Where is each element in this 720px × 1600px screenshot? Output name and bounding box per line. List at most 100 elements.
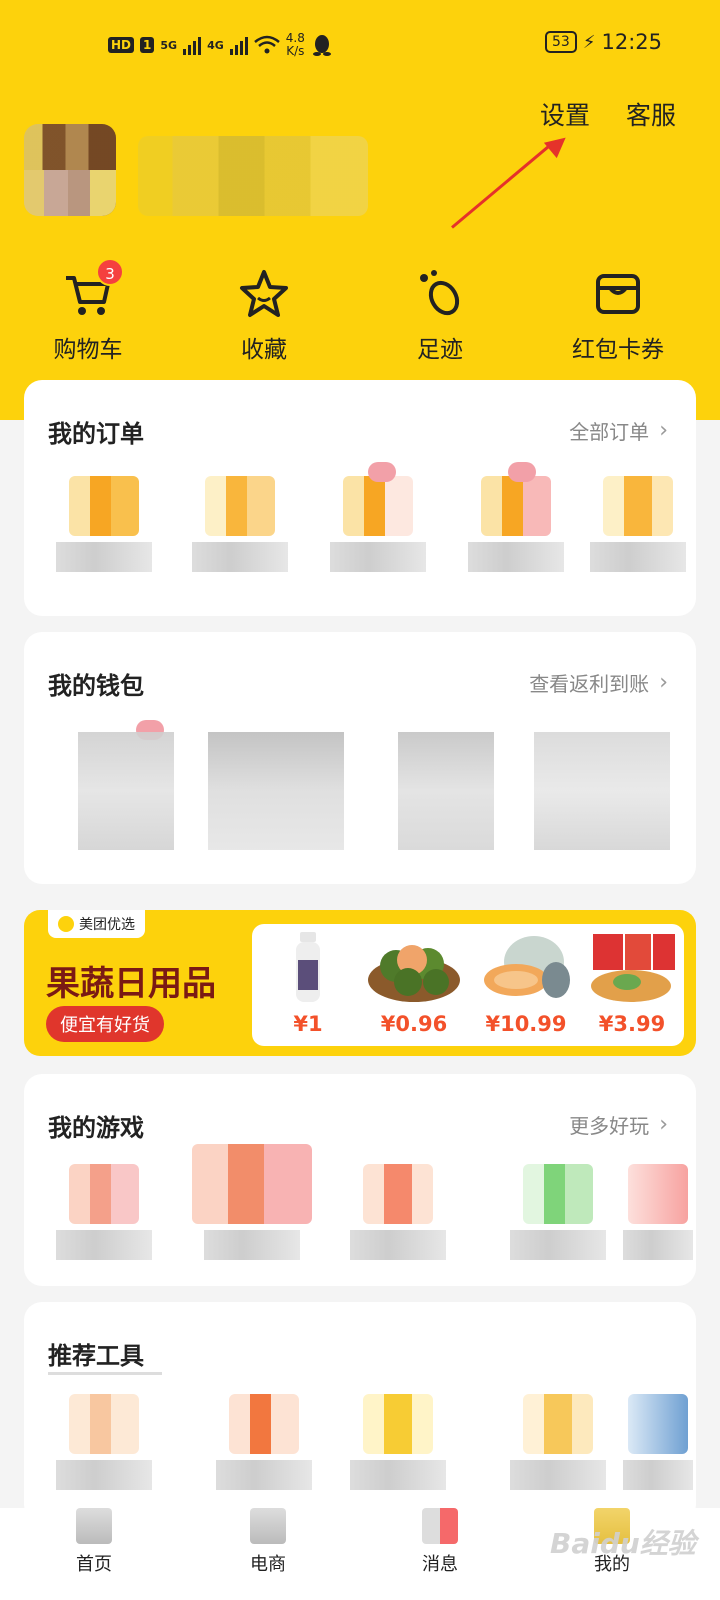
- orders-card: 我的订单 全部订单 ›: [24, 380, 696, 616]
- milk-bottle-icon: [258, 930, 358, 1004]
- signal-icon: [183, 35, 202, 55]
- tool-item[interactable]: [500, 1394, 616, 1490]
- game-icon: [363, 1164, 433, 1224]
- more-games-label: 更多好玩: [569, 1114, 650, 1138]
- product-price: ¥1: [293, 1012, 323, 1036]
- order-status-label-blurred: [56, 542, 152, 572]
- nav-messages[interactable]: 消息: [380, 1508, 500, 1576]
- tool-item[interactable]: [46, 1394, 162, 1490]
- tools-card: 推荐工具: [24, 1302, 696, 1522]
- order-status-label-blurred: [468, 542, 564, 572]
- wallet-item[interactable]: [206, 732, 346, 850]
- quick-action-coupons[interactable]: 红包卡券: [558, 266, 678, 364]
- wallet-value-blurred: [208, 732, 344, 850]
- shop-icon: [250, 1508, 286, 1544]
- chevron-right-icon: ›: [659, 418, 668, 443]
- wallet-card: 我的钱包 查看返利到账 ›: [24, 632, 696, 884]
- network-5g-label: 5G: [160, 38, 178, 52]
- banner-tag: 美团优选: [48, 910, 145, 938]
- tool-icon: [229, 1394, 299, 1454]
- game-item[interactable]: [340, 1164, 456, 1260]
- quick-action-footprints[interactable]: 足迹: [380, 266, 500, 364]
- order-badge-blurred: [368, 462, 396, 482]
- meituan-youxuan-banner[interactable]: 美团优选 果蔬日用品 便宜有好货 ¥1 ¥0.96 ¥10.99 ¥3.99: [24, 910, 696, 1056]
- game-item[interactable]: [500, 1164, 616, 1260]
- game-label-blurred: [56, 1230, 152, 1260]
- star-icon: [236, 266, 292, 322]
- tool-icon: [523, 1394, 593, 1454]
- nav-ecommerce[interactable]: 电商: [208, 1508, 328, 1576]
- order-status-item[interactable]: [580, 476, 696, 572]
- qq-penguin-icon: [312, 35, 331, 56]
- order-status-icon: [603, 476, 673, 536]
- orders-title: 我的订单: [48, 420, 144, 448]
- wallet-item[interactable]: [386, 732, 506, 850]
- username-blurred[interactable]: [138, 136, 368, 216]
- wallet-item[interactable]: [66, 720, 186, 850]
- wallet-value-blurred: [398, 732, 494, 850]
- game-item[interactable]: [46, 1164, 162, 1260]
- cart-badge: 3: [96, 258, 124, 286]
- game-label-blurred: [623, 1230, 693, 1260]
- game-icon: [628, 1164, 688, 1224]
- order-status-icon: [205, 476, 275, 536]
- banner-tag-label: 美团优选: [79, 917, 135, 933]
- wallet-item[interactable]: [532, 732, 672, 850]
- wallet-value-blurred: [534, 732, 670, 850]
- tool-icon: [363, 1394, 433, 1454]
- footprint-icon: [412, 266, 468, 322]
- melon-icon: [476, 930, 576, 1004]
- chevron-right-icon: ›: [659, 670, 668, 695]
- quick-action-label: 红包卡券: [572, 337, 664, 363]
- game-item[interactable]: [620, 1164, 696, 1260]
- more-games-link[interactable]: 更多好玩 ›: [569, 1110, 668, 1139]
- baidu-watermark: Baidu经验: [550, 1527, 696, 1560]
- all-orders-link[interactable]: 全部订单 ›: [569, 416, 668, 445]
- rebate-link[interactable]: 查看返利到账 ›: [529, 668, 668, 697]
- banner-pill[interactable]: 便宜有好货: [46, 1006, 164, 1042]
- order-status-item[interactable]: [320, 462, 436, 572]
- battery-icon: 53: [545, 31, 577, 53]
- game-item[interactable]: [182, 1144, 322, 1260]
- order-status-item[interactable]: [46, 476, 162, 572]
- order-badge-blurred: [508, 462, 536, 482]
- order-status-icon: [343, 476, 413, 536]
- tool-item[interactable]: [620, 1394, 696, 1490]
- tool-item[interactable]: [340, 1394, 456, 1490]
- nav-label: 首页: [76, 1554, 112, 1575]
- product-noodles[interactable]: ¥3.99: [582, 930, 682, 1036]
- signal-icon-2: [229, 35, 248, 55]
- hd-badge: HD: [108, 37, 135, 53]
- tool-label-blurred: [56, 1460, 152, 1490]
- game-label-blurred: [510, 1230, 606, 1260]
- product-price: ¥10.99: [485, 1012, 567, 1036]
- wifi-icon: [253, 35, 280, 54]
- tool-item[interactable]: [206, 1394, 322, 1490]
- order-status-label-blurred: [590, 542, 686, 572]
- home-icon: [76, 1508, 112, 1544]
- banner-products: ¥1 ¥0.96 ¥10.99 ¥3.99: [252, 924, 684, 1046]
- status-bar: HD 1 5G 4G 4.8 K/s 53 ⚡ 12:25: [0, 26, 720, 66]
- quick-action-label: 收藏: [241, 337, 287, 363]
- tools-title: 推荐工具: [48, 1342, 144, 1370]
- status-right: 53 ⚡ 12:25: [545, 30, 662, 54]
- order-status-item[interactable]: [458, 462, 574, 572]
- product-milk[interactable]: ¥1: [258, 930, 358, 1036]
- order-status-label-blurred: [330, 542, 426, 572]
- nav-label: 电商: [250, 1554, 286, 1575]
- network-4g-label: 4G: [207, 38, 224, 52]
- quick-action-cart[interactable]: 3 购物车: [28, 258, 148, 364]
- quick-action-favorites[interactable]: 收藏: [204, 266, 324, 364]
- settings-button[interactable]: 设置: [540, 96, 590, 132]
- game-label-blurred: [350, 1230, 446, 1260]
- product-melon[interactable]: ¥10.99: [476, 930, 576, 1036]
- customer-service-button[interactable]: 客服: [626, 96, 676, 132]
- all-orders-label: 全部订单: [569, 420, 650, 444]
- nav-home[interactable]: 首页: [34, 1508, 154, 1576]
- message-icon: [422, 1508, 458, 1544]
- games-card: 我的游戏 更多好玩 ›: [24, 1074, 696, 1286]
- order-status-item[interactable]: [182, 476, 298, 572]
- product-oranges[interactable]: ¥0.96: [364, 930, 464, 1036]
- speed-value: 4.8: [285, 31, 305, 45]
- order-status-label-blurred: [192, 542, 288, 572]
